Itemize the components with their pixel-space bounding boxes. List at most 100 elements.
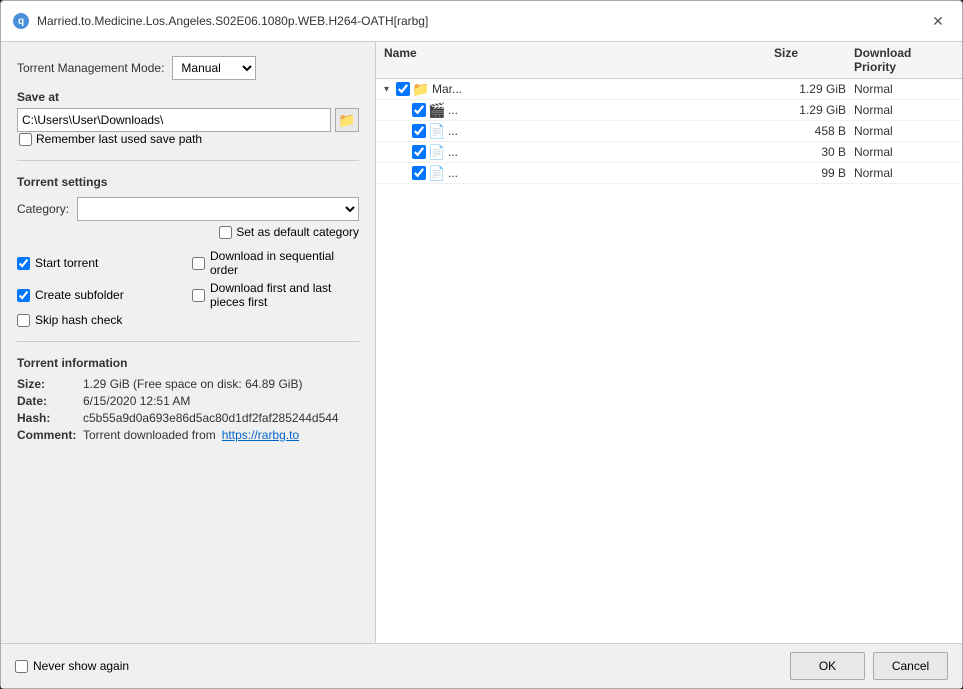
file-name: Mar... [432, 82, 774, 96]
start-torrent-checkbox[interactable] [17, 257, 30, 270]
start-torrent-label: Start torrent [35, 256, 98, 270]
skip-hash-checkbox[interactable] [17, 314, 30, 327]
dialog-window: q Married.to.Medicine.Los.Angeles.S02E06… [0, 0, 963, 689]
folder-icon: 📁 [413, 81, 429, 97]
table-row[interactable]: 📄...30 BNormal [376, 142, 962, 163]
table-row[interactable]: 📄...458 BNormal [376, 121, 962, 142]
col-priority-header: Download Priority [854, 46, 954, 74]
options-grid: Start torrent Download in sequential ord… [17, 249, 359, 327]
create-subfolder-label: Create subfolder [35, 288, 124, 302]
remember-checkbox[interactable] [19, 133, 32, 146]
torrent-info-label: Torrent information [17, 356, 359, 370]
table-row[interactable]: 🎬...1.29 GiBNormal [376, 100, 962, 121]
hash-value: c5b55a9d0a693e86d5ac80d1df2faf285244d544 [83, 411, 339, 425]
size-row: Size: 1.29 GiB (Free space on disk: 64.8… [17, 377, 359, 391]
date-key: Date: [17, 394, 77, 408]
table-row[interactable]: 📄...99 BNormal [376, 163, 962, 184]
management-mode-row: Torrent Management Mode: Manual Automati… [17, 56, 359, 80]
file-size: 30 B [774, 145, 854, 159]
dialog-body: Torrent Management Mode: Manual Automati… [1, 42, 962, 643]
date-row: Date: 6/15/2020 12:51 AM [17, 394, 359, 408]
file-icon: 📄 [429, 144, 445, 160]
app-icon: q [13, 13, 29, 29]
divider-1 [17, 160, 359, 161]
skip-hash-label: Skip hash check [35, 313, 122, 327]
file-size: 99 B [774, 166, 854, 180]
never-show-label: Never show again [33, 659, 129, 673]
never-show-checkbox[interactable] [15, 660, 28, 673]
right-panel: Name Size Download Priority ▾ 📁Mar...1.29… [376, 42, 962, 643]
table-row[interactable]: ▾📁Mar...1.29 GiBNormal [376, 79, 962, 100]
hash-key: Hash: [17, 411, 77, 425]
category-label: Category: [17, 202, 69, 216]
file-priority: Normal [854, 166, 954, 180]
file-name: ... [448, 145, 774, 159]
save-at-label: Save at [17, 90, 359, 104]
col-size-header: Size [774, 46, 854, 74]
comment-key: Comment: [17, 428, 77, 442]
skip-hash-row: Skip hash check [17, 313, 184, 327]
first-last-label: Download first and last pieces first [210, 281, 359, 309]
close-button[interactable]: ✕ [926, 9, 950, 33]
remember-row: Remember last used save path [17, 132, 359, 146]
first-last-row: Download first and last pieces first [192, 281, 359, 309]
dialog-title: Married.to.Medicine.Los.Angeles.S02E06.1… [37, 14, 428, 28]
cancel-button[interactable]: Cancel [873, 652, 948, 680]
file-icon: 📄 [429, 123, 445, 139]
hash-row: Hash: c5b55a9d0a693e86d5ac80d1df2faf2852… [17, 411, 359, 425]
comment-link[interactable]: https://rarbg.to [222, 428, 299, 442]
expand-arrow-icon[interactable]: ▾ [384, 84, 396, 95]
remember-label: Remember last used save path [36, 132, 202, 146]
sequential-row: Download in sequential order [192, 249, 359, 277]
torrent-settings-label: Torrent settings [17, 175, 359, 189]
file-priority: Normal [854, 103, 954, 117]
file-priority: Normal [854, 82, 954, 96]
save-at-section: Save at 📁 Remember last used save path [17, 90, 359, 146]
save-path-input[interactable] [17, 108, 331, 132]
comment-row: Comment: Torrent downloaded from https:/… [17, 428, 359, 442]
file-icon: 📄 [429, 165, 445, 181]
divider-2 [17, 341, 359, 342]
first-last-checkbox[interactable] [192, 289, 205, 302]
file-checkbox[interactable] [412, 145, 426, 159]
browse-button[interactable]: 📁 [335, 108, 359, 132]
management-mode-label: Torrent Management Mode: [17, 61, 164, 75]
sequential-checkbox[interactable] [192, 257, 205, 270]
date-value: 6/15/2020 12:51 AM [83, 394, 190, 408]
management-mode-select[interactable]: Manual Automatic [172, 56, 256, 80]
file-tree-header: Name Size Download Priority [376, 42, 962, 79]
file-tree-body: ▾📁Mar...1.29 GiBNormal🎬...1.29 GiBNormal… [376, 79, 962, 643]
never-show-row: Never show again [15, 659, 129, 673]
ok-button[interactable]: OK [790, 652, 865, 680]
create-subfolder-row: Create subfolder [17, 281, 184, 309]
create-subfolder-checkbox[interactable] [17, 289, 30, 302]
torrent-settings-section: Torrent settings Category: Set as defaul… [17, 175, 359, 239]
start-torrent-row: Start torrent [17, 249, 184, 277]
size-key: Size: [17, 377, 77, 391]
file-name: ... [448, 166, 774, 180]
save-path-row: 📁 [17, 108, 359, 132]
file-name: ... [448, 124, 774, 138]
file-priority: Normal [854, 124, 954, 138]
col-name-header: Name [384, 46, 774, 74]
file-priority: Normal [854, 145, 954, 159]
comment-prefix: Torrent downloaded from [83, 428, 216, 442]
file-name: ... [448, 103, 774, 117]
file-size: 1.29 GiB [774, 103, 854, 117]
size-value: 1.29 GiB (Free space on disk: 64.89 GiB) [83, 377, 302, 391]
title-bar: q Married.to.Medicine.Los.Angeles.S02E06… [1, 1, 962, 42]
file-checkbox[interactable] [412, 166, 426, 180]
file-checkbox[interactable] [412, 124, 426, 138]
set-default-label: Set as default category [236, 225, 359, 239]
default-cat-row: Set as default category [17, 225, 359, 239]
set-default-checkbox[interactable] [219, 226, 232, 239]
left-panel: Torrent Management Mode: Manual Automati… [1, 42, 376, 643]
torrent-info-section: Torrent information Size: 1.29 GiB (Free… [17, 356, 359, 442]
file-checkbox[interactable] [396, 82, 410, 96]
category-select[interactable] [77, 197, 359, 221]
category-row: Category: [17, 197, 359, 221]
bottom-bar: Never show again OK Cancel [1, 643, 962, 688]
title-bar-left: q Married.to.Medicine.Los.Angeles.S02E06… [13, 13, 428, 29]
file-checkbox[interactable] [412, 103, 426, 117]
file-size: 458 B [774, 124, 854, 138]
